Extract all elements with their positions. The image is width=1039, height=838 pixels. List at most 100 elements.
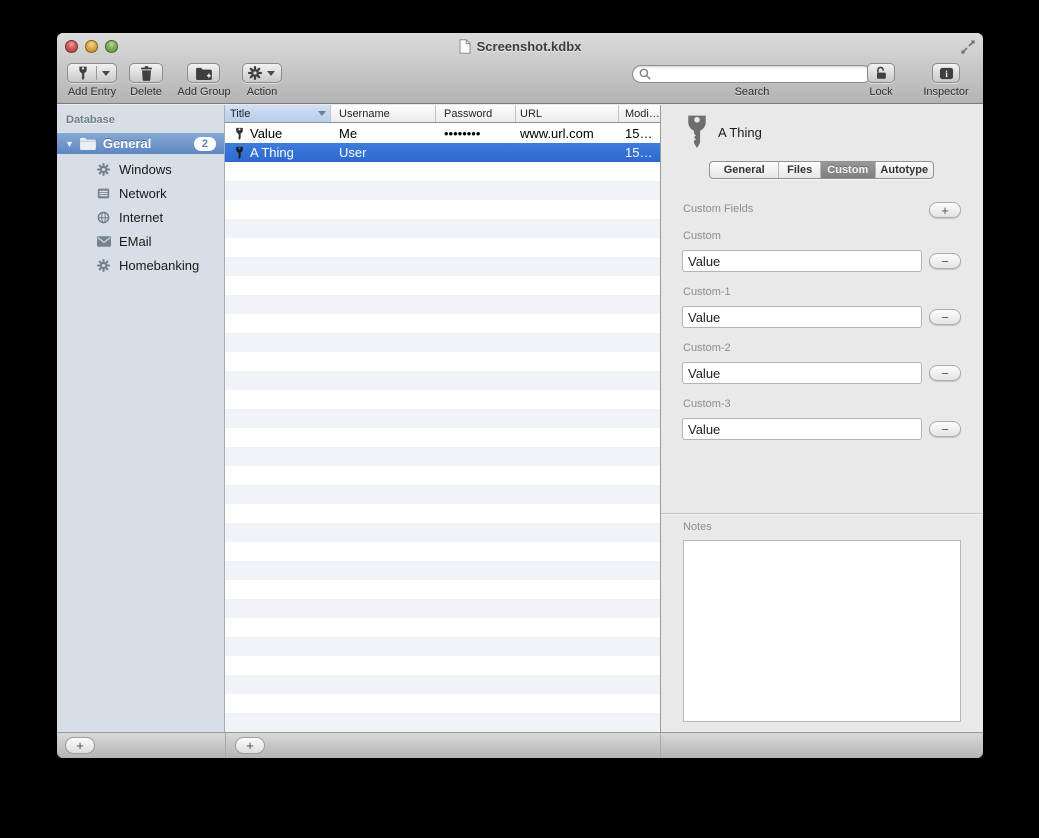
custom-field-input[interactable] — [682, 306, 922, 328]
custom-field-input[interactable] — [682, 250, 922, 272]
custom-field-label: Custom — [683, 230, 721, 242]
add-group-label: Add Group — [173, 86, 235, 98]
inspector-label: Inspector — [920, 86, 972, 98]
column-header-modified[interactable]: Modi… — [619, 105, 660, 122]
chevron-down-icon — [102, 71, 110, 76]
fullscreen-icon[interactable] — [960, 39, 976, 55]
app-window: Screenshot.kdbx Add Entry — [57, 33, 983, 758]
remove-custom-field-button[interactable]: − — [929, 365, 961, 381]
inspector-tabs: General Files Custom Autotype — [709, 161, 934, 179]
add-custom-field-button[interactable]: + — [929, 202, 961, 218]
sidebar-add-group-button[interactable]: + — [65, 737, 95, 754]
search-label: Search — [632, 86, 872, 98]
custom-field-label: Custom-1 — [683, 286, 731, 298]
window-title-area: Screenshot.kdbx — [57, 33, 983, 60]
table-row[interactable]: Value Me •••••••• www.url.com 15… — [225, 124, 660, 143]
window-title: Screenshot.kdbx — [477, 39, 582, 54]
cell-title: A Thing — [250, 145, 294, 160]
remove-custom-field-button[interactable]: − — [929, 309, 961, 325]
sidebar-item-email[interactable]: EMail — [57, 229, 224, 253]
globe-icon — [97, 211, 113, 224]
disclosure-triangle-icon[interactable]: ▼ — [65, 139, 74, 149]
sidebar-item-label: EMail — [119, 234, 152, 249]
sidebar: Database ▼ General 2 Windows Network — [57, 105, 225, 732]
cell-url: www.url.com — [516, 124, 619, 143]
column-header-password[interactable]: Password — [436, 105, 516, 122]
cell-title: Value — [250, 126, 282, 141]
folder-plus-icon — [195, 67, 212, 80]
divider — [660, 733, 661, 758]
window-header: Screenshot.kdbx Add Entry — [57, 33, 983, 104]
column-header-url[interactable]: URL — [516, 105, 619, 122]
content-area: Database ▼ General 2 Windows Network — [57, 105, 983, 732]
table-row-selected[interactable]: A Thing User 15… — [225, 143, 660, 162]
tab-files[interactable]: Files — [779, 162, 821, 178]
cell-modified: 15… — [619, 124, 660, 143]
cell-url — [516, 143, 619, 162]
gear-icon — [97, 163, 113, 176]
lock-label: Lock — [867, 86, 895, 98]
key-icon — [685, 113, 709, 156]
key-icon — [78, 66, 88, 81]
custom-field-input[interactable] — [682, 418, 922, 440]
folder-icon — [79, 137, 96, 150]
sidebar-item-label: Internet — [119, 210, 163, 225]
action-button[interactable] — [242, 63, 282, 83]
add-entry-label: Add Entry — [67, 86, 117, 98]
add-entry-button[interactable] — [67, 63, 117, 83]
server-icon — [97, 187, 113, 200]
cell-password: •••••••• — [436, 124, 516, 143]
sidebar-item-label: Network — [119, 186, 167, 201]
entry-table: Title Username Password URL Modi… Value — [225, 105, 660, 732]
delete-label: Delete — [129, 86, 163, 98]
search-input[interactable] — [655, 67, 865, 81]
custom-field-input[interactable] — [682, 362, 922, 384]
sidebar-item-windows[interactable]: Windows — [57, 157, 224, 181]
sidebar-section-header: Database — [66, 114, 224, 126]
tab-custom[interactable]: Custom — [821, 162, 876, 178]
action-label: Action — [242, 86, 282, 98]
envelope-icon — [97, 236, 113, 247]
chevron-down-icon — [267, 71, 275, 76]
remove-custom-field-button[interactable]: − — [929, 253, 961, 269]
sidebar-item-label: Windows — [119, 162, 172, 177]
inspector-panel: A Thing General Files Custom Autotype Cu… — [660, 105, 983, 732]
custom-field-label: Custom-3 — [683, 398, 731, 410]
unlock-icon — [874, 66, 889, 81]
titlebar[interactable]: Screenshot.kdbx — [57, 33, 983, 60]
search-field[interactable] — [632, 65, 872, 83]
inspector-button[interactable]: i — [932, 63, 960, 83]
add-group-button[interactable] — [187, 63, 220, 83]
sidebar-item-internet[interactable]: Internet — [57, 205, 224, 229]
custom-fields-heading: Custom Fields — [683, 203, 753, 215]
lock-button[interactable] — [867, 63, 895, 83]
key-icon — [235, 127, 244, 141]
column-header-username[interactable]: Username — [331, 105, 436, 122]
entry-title: A Thing — [718, 125, 762, 140]
sidebar-item-network[interactable]: Network — [57, 181, 224, 205]
cell-username: Me — [331, 124, 436, 143]
sidebar-item-label: Homebanking — [119, 258, 199, 273]
sidebar-item-homebanking[interactable]: Homebanking — [57, 253, 224, 277]
remove-custom-field-button[interactable]: − — [929, 421, 961, 437]
notes-textarea[interactable] — [683, 540, 961, 722]
tab-general[interactable]: General — [710, 162, 779, 178]
group-count-badge: 2 — [194, 137, 216, 151]
delete-button[interactable] — [129, 63, 163, 83]
search-icon — [639, 68, 651, 80]
custom-field-label: Custom-2 — [683, 342, 731, 354]
entries-add-entry-button[interactable]: + — [235, 737, 265, 754]
info-icon: i — [939, 66, 954, 81]
trash-icon — [140, 66, 153, 81]
document-icon — [459, 39, 471, 54]
column-header-title[interactable]: Title — [225, 105, 331, 122]
notes-label: Notes — [683, 521, 712, 533]
divider — [661, 513, 983, 514]
sidebar-group-general[interactable]: ▼ General 2 — [57, 133, 224, 154]
gear-icon — [248, 66, 262, 80]
bottom-bar: + + — [57, 732, 983, 758]
sidebar-group-label: General — [103, 136, 194, 151]
tab-autotype[interactable]: Autotype — [876, 162, 933, 178]
gear-icon — [97, 259, 113, 272]
divider — [225, 733, 226, 758]
